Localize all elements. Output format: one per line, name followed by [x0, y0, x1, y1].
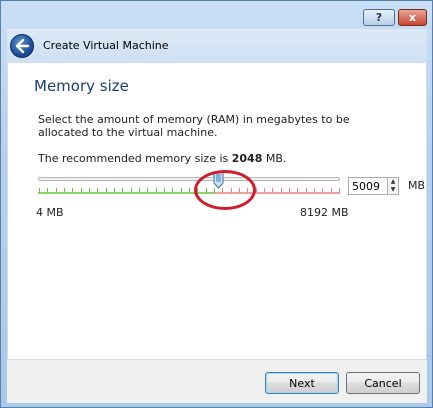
recommended-memory-text: The recommended memory size is 2048 MB.: [38, 152, 286, 165]
dialog-window: ? x Create Virtual Machine Memory size S…: [0, 0, 433, 408]
slider-tick: [114, 188, 115, 193]
slider-tick: [339, 188, 340, 193]
memory-slider-track[interactable]: [38, 177, 340, 181]
recommended-value: 2048: [231, 152, 263, 165]
slider-tick: [281, 188, 282, 193]
memory-unit-label: MB: [408, 179, 426, 192]
slider-max-label: 8192 MB: [300, 206, 349, 219]
slider-tick: [97, 188, 98, 193]
slider-ticks-graphic: [38, 188, 340, 194]
wizard-header: Create Virtual Machine: [7, 29, 427, 63]
slider-tick: [39, 188, 40, 193]
slider-tick: [314, 188, 315, 193]
slider-tick: [164, 188, 165, 193]
spin-up-icon[interactable]: ▲: [388, 178, 398, 186]
slider-tick: [297, 188, 298, 193]
slider-tick: [156, 188, 157, 193]
memory-size-input[interactable]: [348, 177, 388, 195]
slider-tick: [81, 188, 82, 193]
close-button[interactable]: x: [398, 9, 427, 26]
slider-tick: [56, 188, 57, 193]
slider-tick: [306, 188, 307, 193]
button-bar: Next Cancel: [7, 359, 427, 403]
highlight-circle: [194, 170, 256, 210]
recommended-prefix: The recommended memory size is: [38, 152, 232, 165]
slider-tick: [272, 188, 273, 193]
slider-tick: [139, 188, 140, 193]
slider-tick: [264, 188, 265, 193]
slider-min-label: 4 MB: [36, 206, 64, 219]
recommended-suffix: MB.: [262, 152, 287, 165]
spin-down-icon[interactable]: ▼: [388, 186, 398, 194]
slider-tick: [289, 188, 290, 193]
slider-tick: [331, 188, 332, 193]
slider-tick: [72, 188, 73, 193]
next-button[interactable]: Next: [265, 372, 339, 394]
slider-tick: [64, 188, 65, 193]
page-title: Memory size: [34, 77, 129, 95]
slider-tick: [322, 188, 323, 193]
memory-spinner[interactable]: ▲ ▼: [388, 177, 399, 195]
slider-tick: [147, 188, 148, 193]
slider-tick: [172, 188, 173, 193]
slider-tick: [181, 188, 182, 193]
slider-tick: [47, 188, 48, 193]
wizard-title: Create Virtual Machine: [43, 39, 169, 52]
back-arrow-icon: [15, 38, 30, 54]
slider-tick: [189, 188, 190, 193]
page-description: Select the amount of memory (RAM) in meg…: [38, 113, 350, 139]
title-bar: ? x: [1, 1, 432, 31]
slider-tick: [106, 188, 107, 193]
slider-tick: [256, 188, 257, 193]
slider-tick: [89, 188, 90, 193]
back-button[interactable]: [10, 34, 34, 58]
wizard-content: Memory size Select the amount of memory …: [7, 63, 427, 359]
cancel-button[interactable]: Cancel: [346, 372, 420, 394]
slider-tick: [122, 188, 123, 193]
slider-tick: [131, 188, 132, 193]
memory-slider-ticks: [38, 188, 340, 194]
help-button[interactable]: ?: [363, 9, 395, 26]
